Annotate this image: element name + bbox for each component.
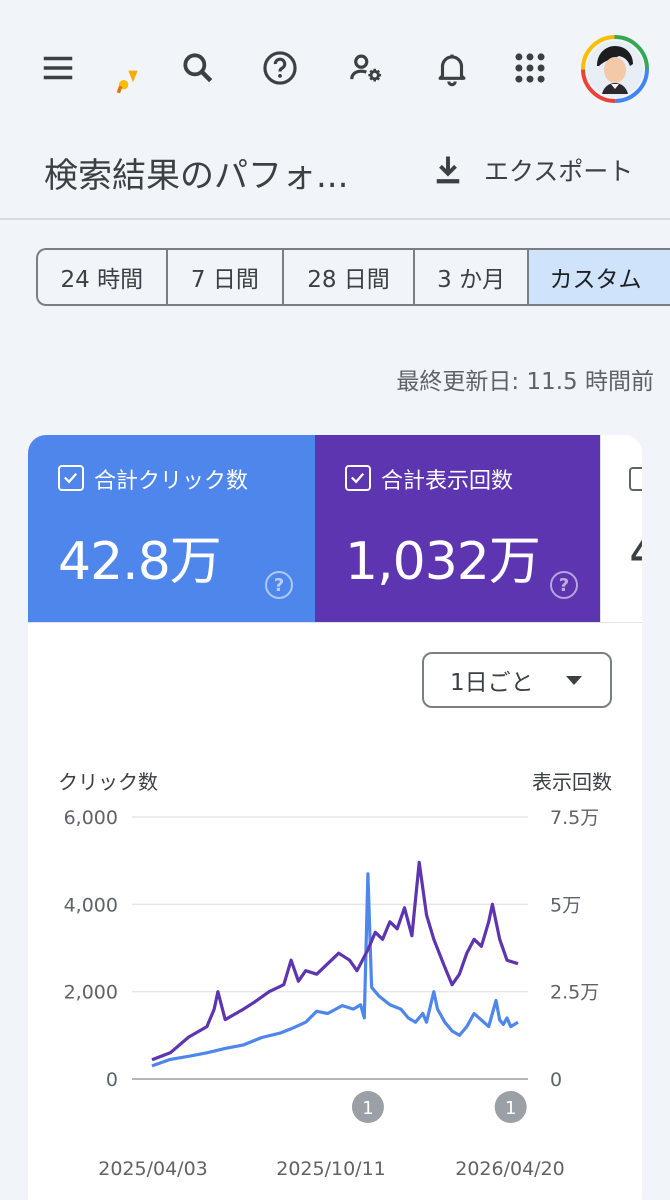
- help-circle-icon[interactable]: ?: [265, 571, 293, 599]
- annotation-label: 1: [362, 1098, 373, 1119]
- left-axis-label: クリック数: [58, 770, 158, 794]
- tab-24-hours[interactable]: 24 時間: [38, 250, 168, 304]
- checkbox-checked-icon[interactable]: [58, 465, 84, 491]
- x-tick-label: 2026/04/20: [455, 1158, 565, 1180]
- x-tick-label: 2025/04/03: [98, 1158, 208, 1180]
- tab-28-days[interactable]: 28 日間: [284, 250, 415, 304]
- left-tick-label: 6,000: [64, 807, 118, 829]
- series-line: [151, 872, 519, 1068]
- performance-card: 合計クリック数 42.8万 ? 合計表示回数 1,032万 ? 4 1日ごと ク…: [28, 435, 642, 1200]
- checkbox-checked-icon[interactable]: [345, 465, 371, 491]
- dropdown-arrow-icon: [566, 676, 582, 685]
- left-tick-label: 2,000: [64, 982, 118, 1004]
- download-icon: [436, 156, 460, 184]
- performance-chart: クリック数 表示回数 6,000 7.5万 4,000 5万 2,000 2.5万 0 0 1…: [58, 770, 612, 1180]
- divider: [28, 622, 642, 623]
- right-tick-label: 7.5万: [550, 807, 599, 829]
- page-header: 検索結果のパフォ... エクスポート: [0, 130, 670, 220]
- metric-total-impressions[interactable]: 合計表示回数 1,032万 ?: [315, 435, 600, 622]
- checkbox-unchecked-icon[interactable]: [629, 467, 642, 491]
- date-range-selector: 24 時間 7 日間 28 日間 3 か月 カスタム: [36, 248, 670, 306]
- last-updated-text: 最終更新日: 11.5 時間前: [396, 369, 654, 395]
- x-tick-label: 2025/10/11: [276, 1158, 386, 1180]
- tab-7-days[interactable]: 7 日間: [168, 250, 285, 304]
- export-button[interactable]: エクスポート: [430, 148, 633, 192]
- search-icon[interactable]: [170, 40, 226, 96]
- metric-total-clicks[interactable]: 合計クリック数 42.8万 ?: [28, 435, 315, 622]
- metric-partial[interactable]: 4: [600, 435, 642, 622]
- help-circle-icon[interactable]: ?: [550, 571, 578, 599]
- metric-value: 4: [629, 523, 642, 581]
- help-icon[interactable]: [252, 40, 308, 96]
- right-axis-label: 表示回数: [532, 770, 612, 794]
- metric-value: 1,032万: [345, 532, 541, 592]
- notifications-icon[interactable]: [424, 40, 480, 96]
- tab-3-months[interactable]: 3 か月: [415, 250, 530, 304]
- right-tick-label: 0: [550, 1069, 562, 1091]
- left-tick-label: 0: [106, 1069, 118, 1091]
- search-console-logo[interactable]: [98, 52, 154, 108]
- granularity-selected: 1日ごと: [450, 670, 534, 696]
- metric-label: 合計クリック数: [94, 469, 249, 494]
- metric-value: 42.8万: [58, 532, 222, 592]
- granularity-dropdown[interactable]: 1日ごと: [422, 652, 612, 708]
- right-tick-label: 5万: [550, 894, 581, 916]
- top-app-bar: [0, 0, 670, 130]
- manage-users-icon[interactable]: [338, 40, 394, 96]
- metric-label: 合計表示回数: [381, 469, 514, 494]
- annotation-label: 1: [505, 1098, 516, 1119]
- left-tick-label: 4,000: [64, 894, 118, 916]
- menu-icon[interactable]: [30, 40, 86, 96]
- apps-icon[interactable]: [502, 40, 558, 96]
- export-label: エクスポート: [484, 157, 634, 186]
- tab-custom[interactable]: カスタム: [529, 250, 670, 304]
- account-avatar[interactable]: [580, 34, 650, 104]
- page-title: 検索結果のパフォ...: [44, 156, 349, 196]
- right-tick-label: 2.5万: [550, 982, 599, 1004]
